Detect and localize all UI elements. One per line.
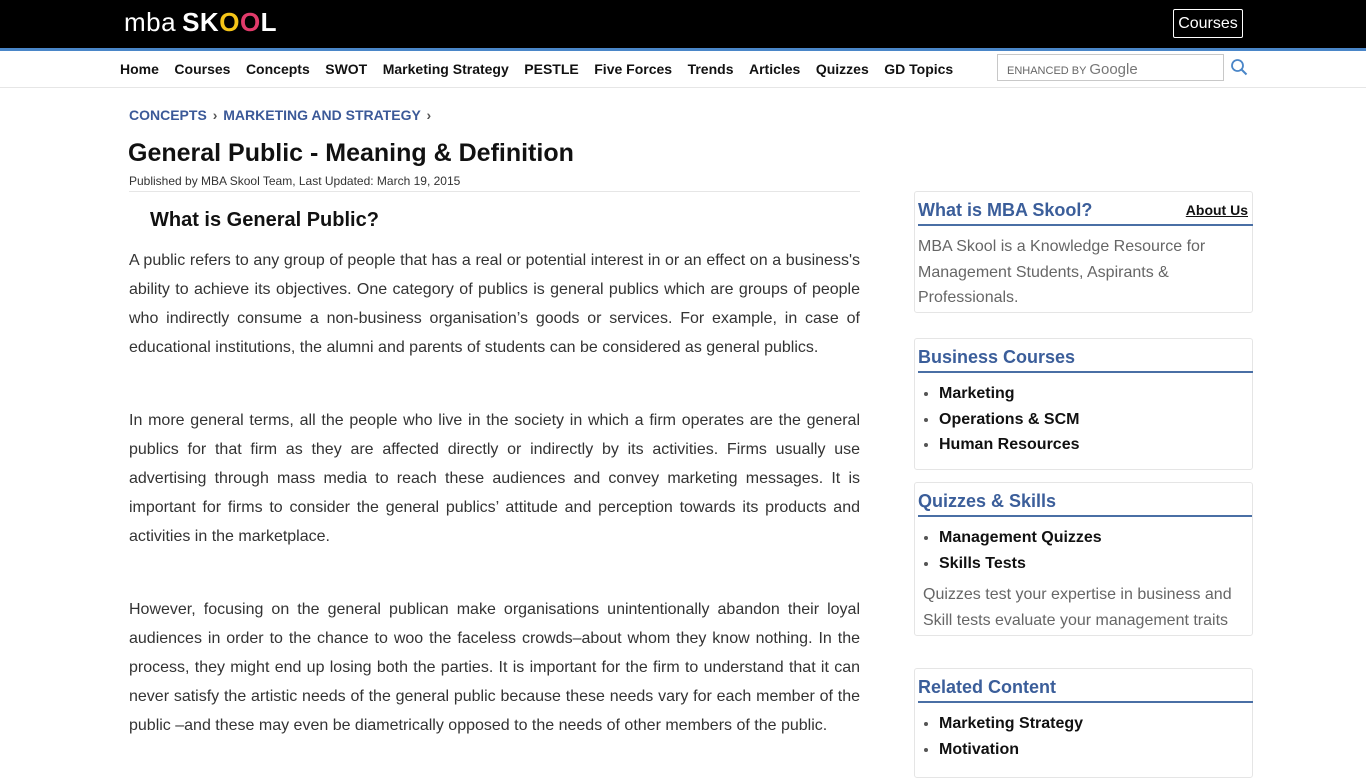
- nav-item-pestle[interactable]: PESTLE: [524, 60, 578, 78]
- search-box: ENHANCED BY Google: [997, 54, 1224, 81]
- nav-item-gd-topics[interactable]: GD Topics: [884, 60, 953, 78]
- search-input[interactable]: [998, 55, 1223, 80]
- courses-button[interactable]: Courses: [1173, 9, 1243, 38]
- sidebar-quizzes-title: Quizzes & Skills: [918, 491, 1057, 511]
- nav-item-home[interactable]: Home: [120, 60, 159, 78]
- sidebar-link-marketing-strategy[interactable]: Marketing Strategy: [939, 711, 1252, 737]
- section-heading: What is General Public?: [150, 209, 379, 231]
- sidebar-courses-list: Marketing Operations & SCM Human Resourc…: [915, 381, 1252, 458]
- top-bar: mba SKOOL Courses: [0, 0, 1366, 48]
- nav-item-courses[interactable]: Courses: [174, 60, 230, 78]
- nav-item-quizzes[interactable]: Quizzes: [816, 60, 869, 78]
- nav-item-swot[interactable]: SWOT: [325, 60, 367, 78]
- sidebar-box-header: What is MBA Skool? About Us: [918, 192, 1253, 226]
- nav-item-trends[interactable]: Trends: [688, 60, 734, 78]
- nav-item-five-forces[interactable]: Five Forces: [594, 60, 672, 78]
- divider: [129, 191, 860, 192]
- logo-mba: mba: [124, 7, 177, 37]
- site-logo[interactable]: mba SKOOL: [124, 8, 277, 36]
- sidebar-about-text: MBA Skool is a Knowledge Resource for Ma…: [918, 238, 1206, 306]
- sidebar-link-operations-scm[interactable]: Operations & SCM: [939, 407, 1252, 433]
- breadcrumb: CONCEPTS › MARKETING AND STRATEGY ›: [129, 107, 433, 123]
- article-meta: Published by MBA Skool Team, Last Update…: [129, 174, 461, 188]
- sidebar-courses-title: Business Courses: [918, 347, 1076, 367]
- sidebar-link-skills-tests[interactable]: Skills Tests: [939, 551, 1252, 577]
- sidebar-quizzes-list: Management Quizzes Skills Tests: [915, 525, 1252, 576]
- article-paragraph: In more general terms, all the people wh…: [129, 412, 860, 545]
- sidebar-courses-box: Business Courses Marketing Operations & …: [914, 338, 1253, 470]
- about-us-link[interactable]: About Us: [1186, 202, 1248, 218]
- sidebar-related-box: Related Content Marketing Strategy Motiv…: [914, 668, 1253, 778]
- breadcrumb-concepts[interactable]: CONCEPTS: [129, 107, 207, 123]
- nav-item-marketing-strategy[interactable]: Marketing Strategy: [383, 60, 509, 78]
- page-title: General Public - Meaning & Definition: [128, 139, 574, 167]
- breadcrumb-separator: ›: [426, 107, 432, 123]
- sidebar-link-human-resources[interactable]: Human Resources: [939, 432, 1252, 458]
- sidebar-about-box: What is MBA Skool? About Us MBA Skool is…: [914, 191, 1253, 313]
- sidebar-link-motivation[interactable]: Motivation: [939, 737, 1252, 763]
- nav-item-articles[interactable]: Articles: [749, 60, 800, 78]
- main-nav: Home Courses Concepts SWOT Marketing Str…: [0, 51, 1366, 88]
- nav-item-concepts[interactable]: Concepts: [246, 60, 310, 78]
- sidebar-box-header: Related Content: [918, 669, 1253, 703]
- sidebar-related-list: Marketing Strategy Motivation: [915, 711, 1252, 762]
- breadcrumb-separator: ›: [212, 107, 218, 123]
- sidebar-related-title: Related Content: [918, 677, 1057, 697]
- article-paragraph: However, focusing on the general publica…: [129, 601, 860, 734]
- sidebar-quizzes-box: Quizzes & Skills Management Quizzes Skil…: [914, 482, 1253, 636]
- article-paragraph: A public refers to any group of people t…: [129, 252, 860, 356]
- breadcrumb-marketing-and-strategy[interactable]: MARKETING AND STRATEGY: [223, 107, 420, 123]
- sidebar-box-header: Business Courses: [918, 339, 1253, 373]
- sidebar-link-management-quizzes[interactable]: Management Quizzes: [939, 525, 1252, 551]
- nav-menu: Home Courses Concepts SWOT Marketing Str…: [120, 60, 969, 78]
- sidebar-box-header: Quizzes & Skills: [918, 483, 1252, 517]
- sidebar-link-marketing[interactable]: Marketing: [939, 381, 1252, 407]
- logo-skool: SKOOL: [182, 7, 278, 37]
- search-icon[interactable]: [1230, 58, 1248, 76]
- sidebar-quizzes-text: Quizzes test your expertise in business …: [923, 586, 1232, 629]
